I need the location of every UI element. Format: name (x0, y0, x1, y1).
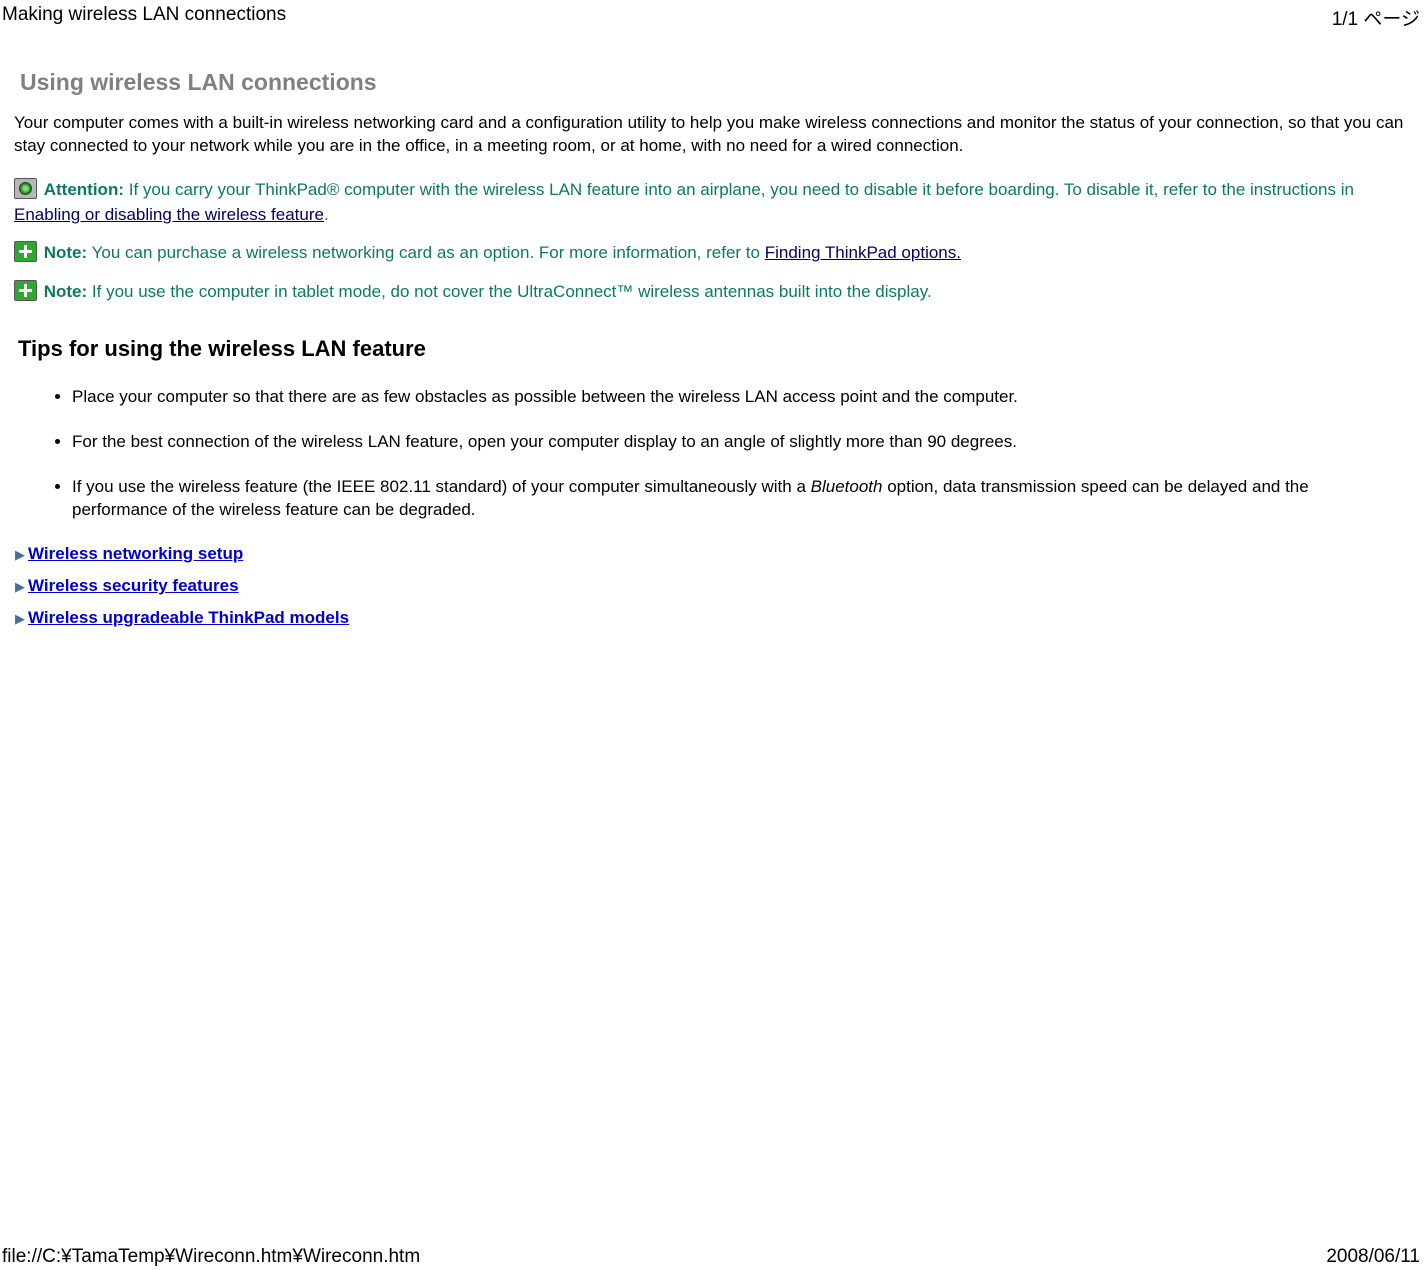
attention-text-2: . (324, 205, 329, 224)
note-callout-1: Note: You can purchase a wireless networ… (14, 241, 1410, 266)
tip3-pre: If you use the wireless feature (the IEE… (72, 477, 811, 496)
footer-date: 2008/06/11 (1326, 1246, 1420, 1268)
arrow-icon: ▶ (14, 580, 26, 593)
wireless-upgradeable-models-link[interactable]: Wireless upgradeable ThinkPad models (28, 608, 349, 628)
attention-callout: Attention: If you carry your ThinkPad® c… (14, 178, 1410, 227)
intro-paragraph: Your computer comes with a built-in wire… (14, 112, 1410, 158)
list-item: If you use the wireless feature (the IEE… (72, 476, 1410, 522)
related-link-row: ▶ Wireless upgradeable ThinkPad models (14, 608, 1410, 628)
page-counter: 1/1 ページ (1332, 4, 1420, 31)
enable-disable-wireless-link[interactable]: Enabling or disabling the wireless featu… (14, 205, 324, 224)
browser-footer: file://C:¥TamaTemp¥Wireconn.htm¥Wireconn… (2, 1246, 1420, 1268)
window-title: Making wireless LAN connections (2, 4, 286, 31)
note-icon (14, 241, 37, 262)
related-link-row: ▶ Wireless networking setup (14, 544, 1410, 564)
file-path: file://C:¥TamaTemp¥Wireconn.htm¥Wireconn… (2, 1246, 420, 1268)
wireless-networking-setup-link[interactable]: Wireless networking setup (28, 544, 243, 564)
arrow-icon: ▶ (14, 612, 26, 625)
wireless-security-features-link[interactable]: Wireless security features (28, 576, 239, 596)
note2-text: If you use the computer in tablet mode, … (87, 282, 931, 301)
attention-label: Attention: (44, 180, 124, 199)
related-links: ▶ Wireless networking setup ▶ Wireless s… (14, 544, 1410, 628)
document-body: Using wireless LAN connections Your comp… (0, 39, 1424, 628)
note-icon (14, 280, 37, 301)
note-callout-2: Note: If you use the computer in tablet … (14, 280, 1410, 305)
list-item: For the best connection of the wireless … (72, 431, 1410, 454)
note1-text: You can purchase a wireless networking c… (87, 243, 765, 262)
tips-list: Place your computer so that there are as… (14, 386, 1410, 522)
attention-icon (14, 178, 37, 199)
arrow-icon: ▶ (14, 548, 26, 561)
attention-text-1: If you carry your ThinkPad® computer wit… (124, 180, 1354, 199)
page-title: Using wireless LAN connections (20, 69, 1410, 96)
tip3-italic: Bluetooth (811, 477, 883, 496)
note-label-1: Note: (44, 243, 87, 262)
finding-thinkpad-options-link[interactable]: Finding ThinkPad options. (765, 243, 961, 262)
note-label-2: Note: (44, 282, 87, 301)
browser-header: Making wireless LAN connections 1/1 ページ (0, 0, 1424, 39)
related-link-row: ▶ Wireless security features (14, 576, 1410, 596)
tips-heading: Tips for using the wireless LAN feature (18, 336, 1410, 362)
list-item: Place your computer so that there are as… (72, 386, 1410, 409)
